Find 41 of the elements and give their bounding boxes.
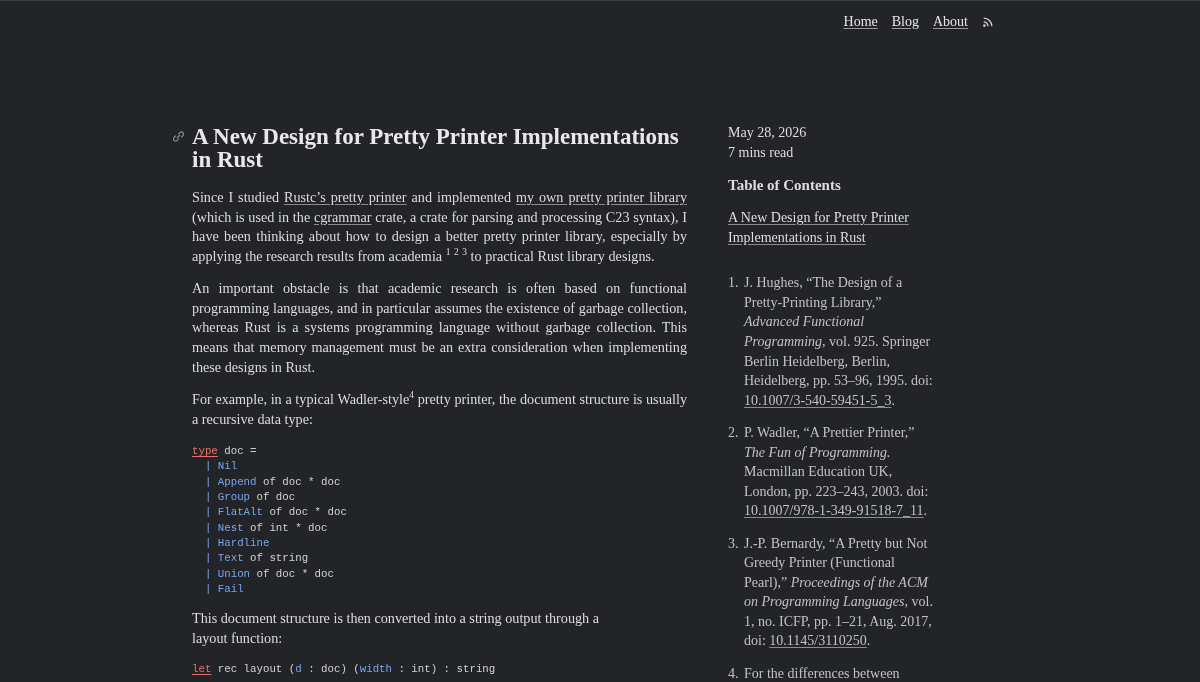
footnote-text: P. Wadler, “A Prettier Printer,” The Fun of Programming. Macmillan Education UK, London, pp. 223–243, 2003. doi: 10.1007/978-1-349-91518-7_11. — [744, 423, 930, 521]
footnote-link[interactable]: 2 — [454, 247, 459, 258]
code-line: | Union of doc * doc — [203, 566, 334, 582]
code-line: | Nil — [203, 459, 238, 475]
nav-link[interactable]: Blog — [891, 13, 919, 30]
article-title: A New Design for Pretty Printer Implementations in Rust — [192, 125, 680, 171]
rss-icon[interactable] — [983, 16, 993, 27]
toc-link[interactable]: A New Design for Pretty Printer Implementations in Rust — [728, 208, 928, 248]
code-line: type doc = — [192, 444, 257, 460]
paragraph: For example, in a typical Wadler-style$^{4}$ pretty printer, the document structure is usually a recursive data type: — [192, 389, 687, 429]
code-line: | Fail — [203, 581, 244, 597]
code-line: | FlatAlt of doc * doc — [203, 505, 347, 521]
nav-link[interactable]: About — [933, 13, 968, 30]
footnote-number: 1. — [728, 274, 739, 293]
nav-link[interactable]: Home — [843, 13, 878, 30]
code-line: | Append of doc * doc — [203, 474, 341, 490]
footnote-text: For the differences between — [744, 664, 901, 682]
text-link[interactable]: my own pretty printer library — [515, 189, 687, 205]
footnote-text: J. Hughes, “The Design of a Pretty-Printing Library,” Advanced Functional Programming, vol. 925. Springer Berlin Heidelberg, Berlin, Heidelberg, pp. 53–96, 1995. doi: 10.1007/3-540-59451-5_3. — [744, 274, 934, 410]
footnote-link[interactable]: 3 — [462, 247, 468, 258]
footnote-number: 4. — [728, 664, 739, 682]
reading-time: 7 mins read — [728, 144, 794, 162]
paragraph: This document structure is then converted into a string output through a layout function: — [192, 609, 601, 648]
code-line: | Hardline — [203, 535, 270, 551]
footnote-number: 2. — [728, 423, 739, 442]
footnote-link[interactable]: 4 — [409, 390, 414, 401]
code-line: | Group of doc — [203, 490, 296, 505]
footnote-link[interactable]: 1 — [445, 247, 451, 258]
toc-heading: Table of Contents — [728, 176, 841, 195]
post-date: May 28, 2026 — [728, 124, 807, 142]
code-line: | Text of string — [203, 551, 309, 567]
code-line: | Nest of int * doc — [203, 520, 328, 536]
doi-link[interactable]: 10.1145/3110250 — [769, 633, 867, 649]
code-line: let rec layout (d : doc) (width : int) : string — [192, 662, 496, 678]
link-icon[interactable] — [173, 131, 184, 142]
doi-link[interactable]: 10.1007/978-1-349-91518-7_11 — [744, 503, 924, 519]
footnote-text: J.-P. Bernardy, “A Pretty but Not Greedy Printer (Functional Pearl),” Proceedings of the ACM on Programming Languages, vol. 1, no. ICFP, pp. 1–21, Aug. 2017, doi: 10.1145/3110250. — [744, 534, 934, 651]
text-link[interactable]: Rustc’s pretty printer — [284, 189, 407, 205]
footnote-number: 3. — [728, 534, 739, 553]
text-link[interactable]: cgrammar — [313, 208, 372, 225]
paragraph: An important obstacle is that academic research is often based on functional programming languages, and in particular assumes the existence of garbage collection, whereas Rust is a systems programming language without garbage collection. This means that memory management must be an extra consideration when implementing these designs in Rust. — [192, 279, 687, 377]
